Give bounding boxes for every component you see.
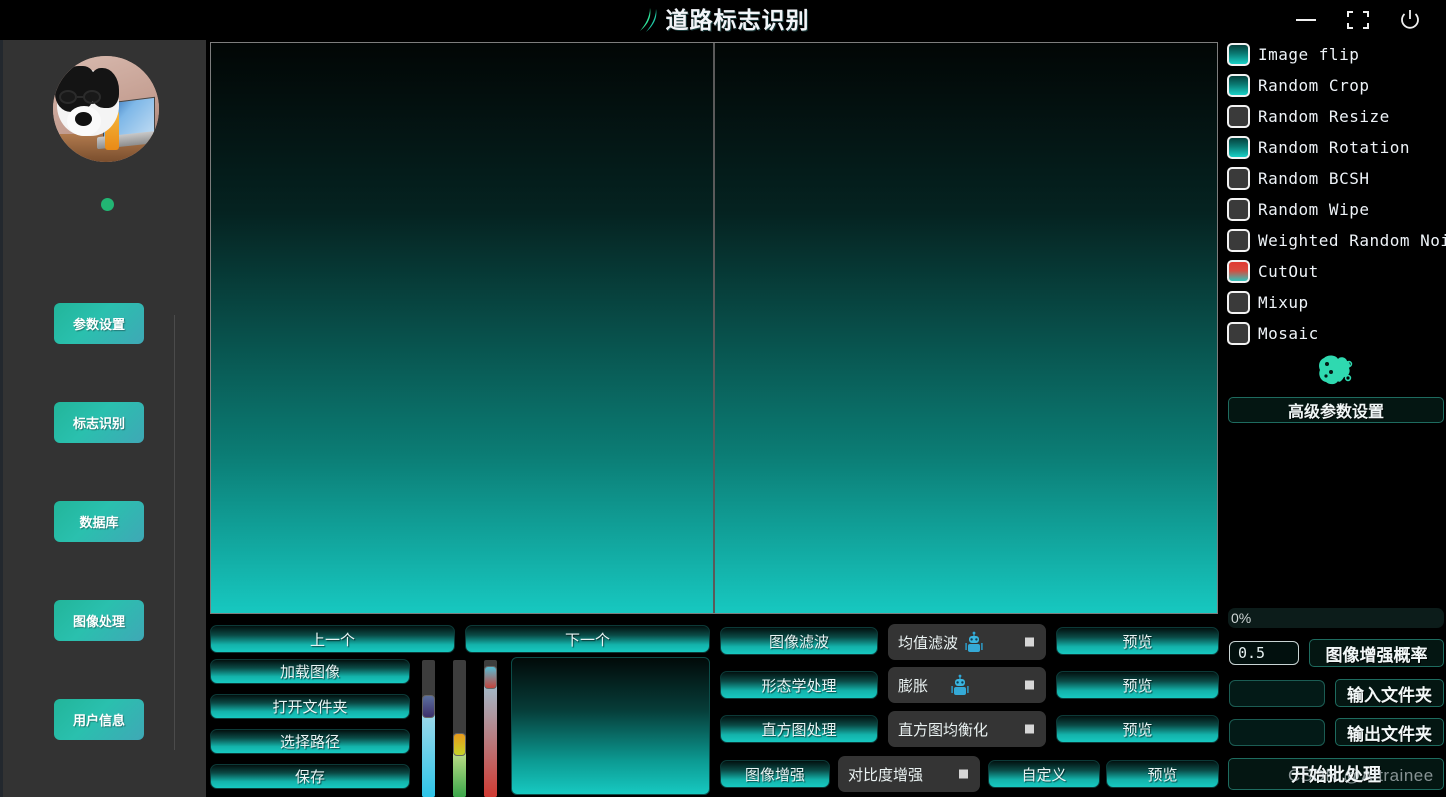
histogram-preview-button[interactable]: 预览 <box>1056 715 1219 743</box>
checkbox-label: CutOut <box>1258 261 1319 281</box>
chevron-down-icon[interactable] <box>959 769 968 779</box>
checkbox-label: Random Crop <box>1258 75 1370 95</box>
morphology-preview-button[interactable]: 预览 <box>1056 671 1219 699</box>
minimize-icon[interactable] <box>1288 5 1324 35</box>
probability-label: 图像增强概率 <box>1309 639 1444 667</box>
chevron-down-icon[interactable] <box>1025 680 1034 690</box>
checkbox-label: Mixup <box>1258 292 1309 312</box>
checkbox-image-flip[interactable] <box>1227 42 1250 66</box>
robot-icon <box>951 674 969 695</box>
checkbox-label: Mosaic <box>1258 323 1319 343</box>
checkbox-random-crop[interactable] <box>1227 73 1250 97</box>
maximize-icon[interactable] <box>1340 5 1376 35</box>
chevron-down-icon[interactable] <box>1025 724 1034 734</box>
checkbox-row-random-crop[interactable]: Random Crop <box>1227 73 1369 97</box>
sidebar-item-image-processing[interactable]: 图像处理 <box>54 600 144 641</box>
probability-value: 0.5 <box>1238 644 1266 662</box>
road-swoosh-logo-icon <box>639 8 656 32</box>
enhance-preview-button[interactable]: 预览 <box>1106 760 1219 788</box>
morphology-method-value: 膨胀 <box>898 677 929 695</box>
start-batch-button[interactable]: 开始批处理 <box>1228 758 1444 790</box>
sidebar-item-user-info[interactable]: 用户信息 <box>54 699 144 740</box>
filter-method-value: 均值滤波 <box>898 634 959 652</box>
checkbox-random-bcsh[interactable] <box>1227 166 1250 190</box>
brain-ai-icon <box>1319 355 1353 385</box>
previous-image-button[interactable]: 上一个 <box>210 625 455 653</box>
checkbox-label: Image flip <box>1258 44 1360 64</box>
checkbox-cutout[interactable] <box>1227 259 1250 283</box>
morphology-method-select[interactable]: 膨胀 <box>888 667 1046 703</box>
checkbox-row-weighted-random-noise[interactable]: Weighted Random Noise <box>1227 228 1446 252</box>
input-folder-field[interactable] <box>1229 680 1325 707</box>
image-filter-button[interactable]: 图像滤波 <box>720 627 878 655</box>
sidebar-item-parameter-settings[interactable]: 参数设置 <box>54 303 144 344</box>
output-folder-field[interactable] <box>1229 719 1325 746</box>
slider-b[interactable] <box>453 660 466 797</box>
chevron-down-icon[interactable] <box>1025 637 1034 647</box>
checkbox-row-random-resize[interactable]: Random Resize <box>1227 104 1390 128</box>
slider-b-handle[interactable] <box>453 733 466 756</box>
thumbnail-preview[interactable] <box>511 657 710 795</box>
sidebar-divider <box>174 315 175 750</box>
app-title-group: 道路标志识别 <box>637 7 810 33</box>
load-image-button[interactable]: 加载图像 <box>210 659 410 684</box>
slider-c-handle[interactable] <box>484 666 497 689</box>
checkbox-mixup[interactable] <box>1227 290 1250 314</box>
filter-preview-button[interactable]: 预览 <box>1056 627 1219 655</box>
app-title: 道路标志识别 <box>665 6 810 33</box>
batch-progress-bar: 0% <box>1228 608 1444 628</box>
left-sidebar: 参数设置 标志识别 数据库 图像处理 用户信息 <box>0 40 206 797</box>
sidebar-item-sign-recognition[interactable]: 标志识别 <box>54 402 144 443</box>
checkbox-row-random-wipe[interactable]: Random Wipe <box>1227 197 1369 221</box>
checkbox-random-wipe[interactable] <box>1227 197 1250 221</box>
filter-method-select[interactable]: 均值滤波 <box>888 624 1046 660</box>
checkbox-row-image-flip[interactable]: Image flip <box>1227 42 1359 66</box>
app-window: 道路标志识别 参数设置 标志识别 数据库 图像处理 用户信息 上一个 下一个 加… <box>0 0 1446 797</box>
histogram-method-value: 直方图均衡化 <box>898 721 989 739</box>
output-folder-button[interactable]: 输出文件夹 <box>1335 718 1444 746</box>
custom-button[interactable]: 自定义 <box>988 760 1100 788</box>
image-stage <box>210 42 1218 614</box>
checkbox-row-random-bcsh[interactable]: Random BCSH <box>1227 166 1369 190</box>
open-folder-button[interactable]: 打开文件夹 <box>210 694 410 719</box>
checkbox-label: Random Wipe <box>1258 199 1370 219</box>
batch-progress-text: 0% <box>1231 610 1252 626</box>
robot-icon <box>965 631 983 652</box>
morphology-button[interactable]: 形态学处理 <box>720 671 878 699</box>
histogram-method-select[interactable]: 直方图均衡化 <box>888 711 1046 747</box>
checkbox-label: Random BCSH <box>1258 168 1370 188</box>
checkbox-row-cutout[interactable]: CutOut <box>1227 259 1319 283</box>
processed-image-panel[interactable] <box>715 43 1217 613</box>
window-controls <box>1288 0 1438 40</box>
checkbox-label: Random Resize <box>1258 106 1390 126</box>
slider-c[interactable] <box>484 660 497 797</box>
slider-a[interactable] <box>422 660 435 797</box>
checkbox-weighted-random-noise[interactable] <box>1227 228 1250 252</box>
next-image-button[interactable]: 下一个 <box>465 625 710 653</box>
enhance-method-select[interactable]: 对比度增强 <box>838 756 980 792</box>
save-button[interactable]: 保存 <box>210 764 410 789</box>
probability-input[interactable]: 0.5 <box>1229 641 1299 665</box>
title-bar: 道路标志识别 <box>0 0 1446 40</box>
checkbox-mosaic[interactable] <box>1227 321 1250 345</box>
slider-a-handle[interactable] <box>422 695 435 718</box>
sidebar-item-database[interactable]: 数据库 <box>54 501 144 542</box>
checkbox-random-resize[interactable] <box>1227 104 1250 128</box>
checkbox-random-rotation[interactable] <box>1227 135 1250 159</box>
status-badge <box>101 198 114 211</box>
avatar[interactable] <box>53 56 159 162</box>
checkbox-label: Random Rotation <box>1258 137 1410 157</box>
enhance-method-value: 对比度增强 <box>848 766 924 784</box>
image-enhance-button[interactable]: 图像增强 <box>720 760 830 788</box>
choose-path-button[interactable]: 选择路径 <box>210 729 410 754</box>
original-image-panel[interactable] <box>211 43 713 613</box>
checkbox-row-mixup[interactable]: Mixup <box>1227 290 1309 314</box>
advanced-settings-button[interactable]: 高级参数设置 <box>1228 397 1444 423</box>
power-icon[interactable] <box>1392 5 1428 35</box>
checkbox-label: Weighted Random Noise <box>1258 230 1446 250</box>
histogram-button[interactable]: 直方图处理 <box>720 715 878 743</box>
checkbox-row-random-rotation[interactable]: Random Rotation <box>1227 135 1410 159</box>
checkbox-row-mosaic[interactable]: Mosaic <box>1227 321 1319 345</box>
input-folder-button[interactable]: 输入文件夹 <box>1335 679 1444 707</box>
